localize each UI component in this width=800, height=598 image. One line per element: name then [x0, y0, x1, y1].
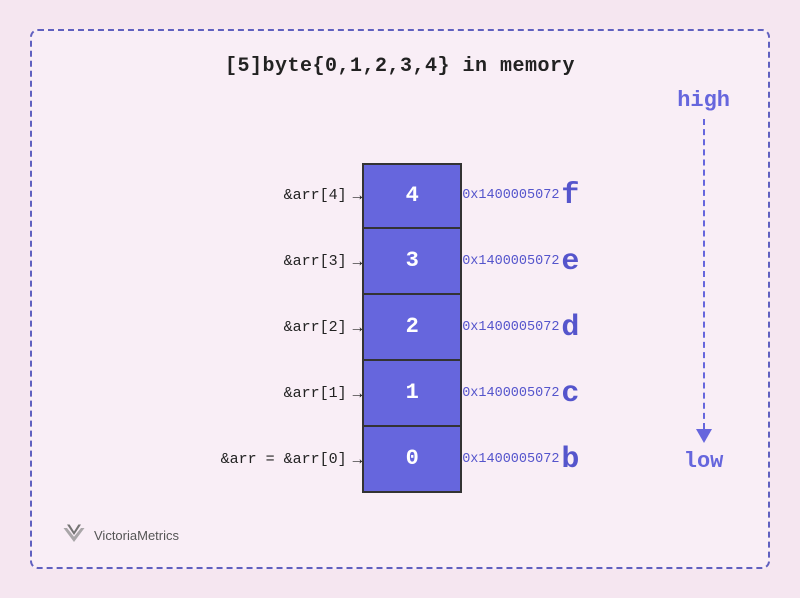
- cell-3: 3: [362, 229, 462, 295]
- victoriametrics-logo-icon: [60, 521, 88, 549]
- left-labels: &arr[4] → &arr[3] → &arr[2] → &arr[1] → …: [221, 163, 363, 493]
- logo: VictoriaMetrics: [60, 521, 179, 549]
- cell-1: 1: [362, 361, 462, 427]
- right-labels: 0x1400005072 f 0x1400005072 e 0x14000050…: [462, 163, 579, 493]
- addr-row-1: 0x1400005072 c: [462, 379, 579, 409]
- arrow-arr0: →: [353, 451, 363, 469]
- addr-row-3: 0x1400005072 e: [462, 247, 579, 277]
- high-low-area: high low: [677, 88, 730, 567]
- label-arr1: &arr[1] →: [284, 385, 363, 403]
- arrow-head: [696, 429, 712, 443]
- arrow-arr4: →: [353, 187, 363, 205]
- logo-text: VictoriaMetrics: [94, 528, 179, 543]
- diagram-area: &arr[4] → &arr[3] → &arr[2] → &arr[1] → …: [32, 88, 768, 567]
- addr-row-4: 0x1400005072 f: [462, 181, 579, 211]
- memory-stack: 4 3 2 1 0: [362, 163, 462, 493]
- diagram-title: [5]byte{0,1,2,3,4} in memory: [225, 55, 575, 78]
- cell-4: 4: [362, 163, 462, 229]
- arrow-arr2: →: [353, 319, 363, 337]
- label-arr2: &arr[2] →: [284, 319, 363, 337]
- diagram-container: [5]byte{0,1,2,3,4} in memory &arr[4] → &…: [30, 29, 770, 569]
- label-arr4: &arr[4] →: [284, 187, 363, 205]
- low-label: low: [684, 449, 724, 474]
- arrow-arr1: →: [353, 385, 363, 403]
- high-label: high: [677, 88, 730, 113]
- cell-2: 2: [362, 295, 462, 361]
- label-arr0: &arr = &arr[0] →: [221, 451, 363, 469]
- arrow-arr3: →: [353, 253, 363, 271]
- addr-row-0: 0x1400005072 b: [462, 445, 579, 475]
- addr-row-2: 0x1400005072 d: [462, 313, 579, 343]
- direction-arrow: [696, 119, 712, 443]
- cell-0: 0: [362, 427, 462, 493]
- dashed-line: [703, 119, 705, 429]
- label-arr3: &arr[3] →: [284, 253, 363, 271]
